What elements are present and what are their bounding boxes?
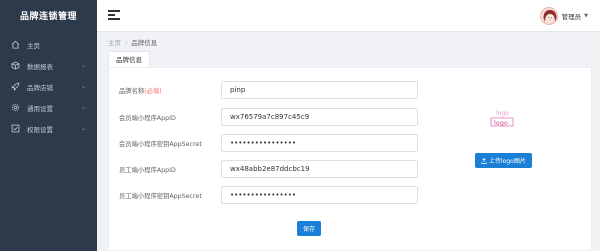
sidebar-item-home[interactable]: 主页 (0, 34, 97, 55)
form-row-member-appid: 会员端小程序AppID wx76579a7c897c45c9 (119, 108, 418, 126)
chevron-down-icon: ⌄ (80, 62, 86, 69)
sidebar-item-label: 权限设置 (27, 125, 53, 134)
app-title: 品牌连锁管理 (19, 12, 77, 22)
breadcrumb-home[interactable]: 主页 (108, 39, 121, 47)
rocket-icon (11, 82, 20, 91)
field-label: 员工端小程序密钥AppSecret (119, 192, 202, 200)
logo-text-top: logo (496, 110, 509, 117)
tab-brand-info[interactable]: 品牌信息 (108, 51, 150, 67)
form-row-member-appsecret: 会员端小程序密钥AppSecret •••••••••••••••• (119, 134, 418, 152)
upload-icon (481, 157, 487, 164)
brand-name-input[interactable]: pinp (221, 81, 418, 99)
breadcrumb: 主页 / 品牌信息 (108, 37, 157, 47)
checkbox-icon (11, 124, 20, 133)
member-appid-input[interactable]: wx76579a7c897c45c9 (221, 108, 418, 126)
field-label: 会员端小程序密钥AppSecret (119, 140, 202, 148)
chevron-down-icon: ⌄ (80, 125, 86, 132)
sidebar: 品牌连锁管理 主页 数据报表 ⌄ 品牌店铺 ⌄ 通用设置 ⌄ 权限设置 ⌄ (0, 0, 97, 251)
form-row-staff-appid: 员工端小程序AppID wx48abb2e87ddcbc19 (119, 160, 418, 178)
breadcrumb-current: 品牌信息 (131, 39, 158, 47)
box-icon (11, 61, 20, 70)
hamburger-menu-icon[interactable] (108, 10, 120, 21)
staff-appid-input[interactable]: wx48abb2e87ddcbc19 (221, 160, 418, 178)
sidebar-item-label: 主页 (27, 41, 40, 50)
save-button[interactable]: 保存 (297, 221, 321, 236)
sidebar-item-label: 品牌店铺 (27, 83, 53, 92)
staff-appsecret-input[interactable]: •••••••••••••••• (221, 186, 418, 204)
sidebar-item-label: 通用设置 (27, 104, 53, 113)
field-label: 会员端小程序AppID (119, 114, 176, 122)
gear-icon (11, 103, 20, 112)
sidebar-item-label: 数据报表 (27, 62, 53, 71)
chevron-down-icon: ⌄ (80, 83, 86, 90)
username: 管理员 (561, 13, 582, 21)
topbar: 管理员 ▼ (97, 0, 600, 32)
sidebar-item-stores[interactable]: 品牌店铺 ⌄ (0, 76, 97, 97)
logo-preview: logo logo (487, 107, 523, 129)
sidebar-item-reports[interactable]: 数据报表 ⌄ (0, 55, 97, 76)
brand-info-card: 品牌名称(必填) pinp 会员端小程序AppID wx76579a7c897c… (108, 67, 592, 251)
form-row-brand-name: 品牌名称(必填) pinp (119, 81, 418, 99)
sidebar-item-permissions[interactable]: 权限设置 ⌄ (0, 118, 97, 139)
sidebar-item-general-settings[interactable]: 通用设置 ⌄ (0, 97, 97, 118)
form-row-staff-appsecret: 员工端小程序密钥AppSecret •••••••••••••••• (119, 186, 418, 204)
field-label: 员工端小程序AppID (119, 166, 176, 174)
caret-down-icon: ▼ (584, 13, 588, 19)
member-appsecret-input[interactable]: •••••••••••••••• (221, 134, 418, 152)
required-marker: (必填) (144, 87, 162, 95)
avatar (539, 7, 558, 25)
upload-logo-button[interactable]: 上传logo图片 (475, 153, 532, 168)
chevron-down-icon: ⌄ (80, 104, 86, 111)
field-label: 品牌名称(必填) (119, 87, 162, 95)
breadcrumb-separator: / (125, 39, 128, 47)
logo-text-bottom: logo (494, 119, 508, 127)
user-menu[interactable]: 管理员 ▼ (539, 7, 588, 25)
home-icon (11, 40, 20, 49)
upload-logo-label: 上传logo图片 (489, 158, 526, 165)
